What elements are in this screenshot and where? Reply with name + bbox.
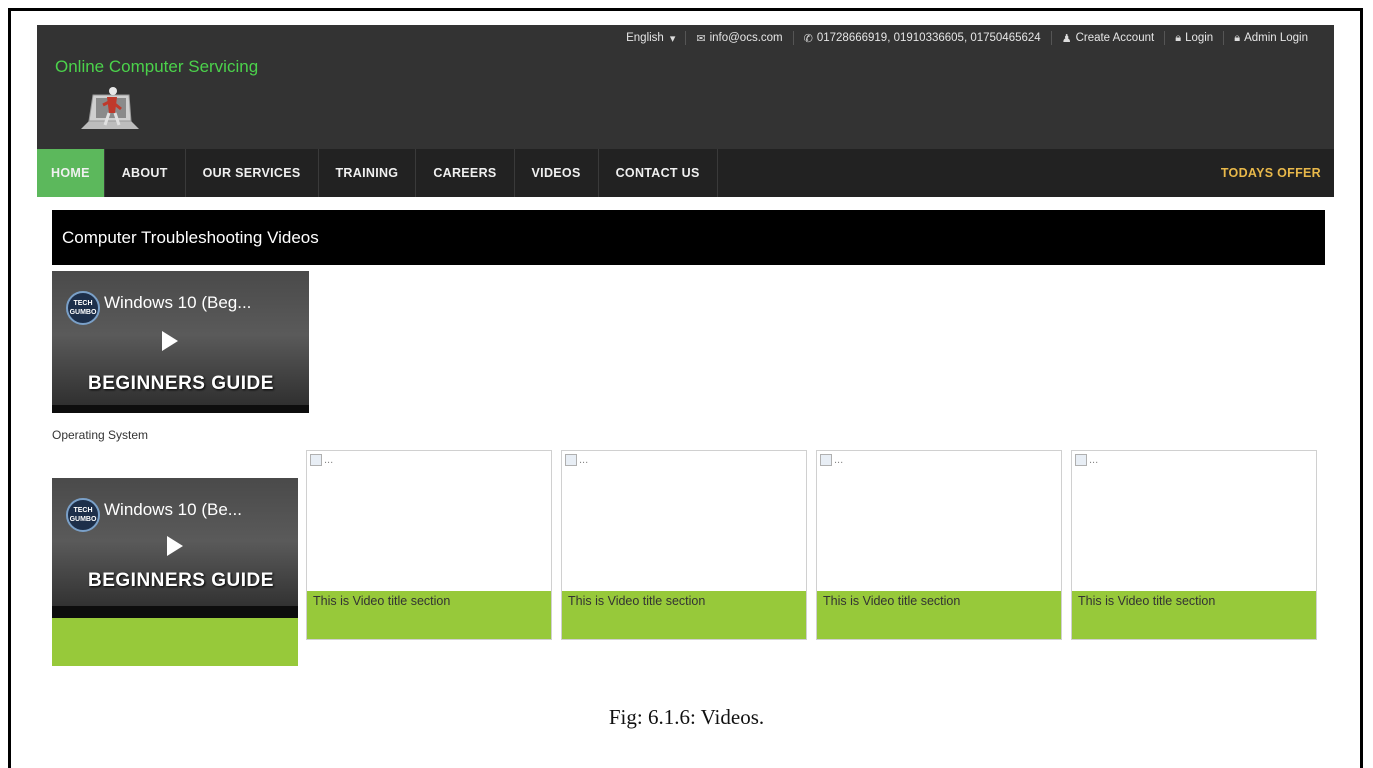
broken-image-icon: ...: [1075, 454, 1098, 466]
video-title: Windows 10 (Beg...: [104, 293, 252, 312]
nav-our-services[interactable]: OUR SERVICES: [186, 149, 319, 197]
main-nav: HOME ABOUT OUR SERVICES TRAINING CAREERS…: [37, 149, 1334, 197]
section-title: Computer Troubleshooting Videos: [52, 210, 1325, 265]
video-card[interactable]: ... This is Video title section: [816, 450, 1062, 640]
video-card[interactable]: ... This is Video title section: [306, 450, 552, 640]
site-brand[interactable]: Online Computer Servicing: [55, 57, 258, 77]
admin-login-link[interactable]: 🔒︎ Admin Login: [1223, 31, 1318, 45]
logo-icon[interactable]: [79, 83, 141, 133]
broken-image-icon: ...: [820, 454, 843, 466]
create-account-link[interactable]: ♟ Create Account: [1050, 31, 1165, 45]
video-card-caption[interactable]: This is Video title section: [817, 591, 1061, 639]
nav-training[interactable]: TRAINING: [319, 149, 417, 197]
video-card[interactable]: ... This is Video title section: [1071, 450, 1317, 640]
video-caption-box: [52, 618, 298, 666]
nav-videos[interactable]: VIDEOS: [515, 149, 599, 197]
video-card-caption[interactable]: This is Video title section: [562, 591, 806, 639]
user-icon: ♟: [1061, 32, 1072, 45]
channel-badge: TECH GUMBO: [66, 291, 100, 325]
language-selector[interactable]: English ▾: [616, 31, 685, 45]
broken-image-icon: ...: [565, 454, 588, 466]
broken-image-icon: ...: [310, 454, 333, 466]
featured-video-thumbnail[interactable]: TECH GUMBO Windows 10 (Beg... BEGINNERS …: [52, 271, 309, 413]
caret-down-icon: ▾: [669, 32, 676, 45]
play-icon[interactable]: [167, 536, 183, 556]
channel-badge: TECH GUMBO: [66, 498, 100, 532]
video-card[interactable]: ... This is Video title section: [561, 450, 807, 640]
video-card-caption[interactable]: This is Video title section: [307, 591, 551, 639]
nav-contact-us[interactable]: CONTACT US: [599, 149, 718, 197]
phone-numbers: ✆ 01728666919, 01910336605, 01750465624: [792, 31, 1051, 45]
login-link[interactable]: 🔒︎ Login: [1164, 31, 1223, 45]
lock-icon: 🔒︎: [1175, 31, 1182, 44]
nav-todays-offer[interactable]: TODAYS OFFER: [1208, 149, 1334, 197]
lock-icon: 🔒︎: [1234, 31, 1241, 44]
site-header: Online Computer Servicing English ▾ ✉ in…: [37, 25, 1334, 149]
play-icon[interactable]: [162, 331, 178, 351]
nav-careers[interactable]: CAREERS: [416, 149, 515, 197]
email-link[interactable]: ✉ info@ocs.com: [685, 31, 792, 45]
top-bar: English ▾ ✉ info@ocs.com ✆ 01728666919, …: [616, 31, 1318, 45]
video-title: Windows 10 (Be...: [104, 500, 242, 519]
figure-caption: Fig: 6.1.6: Videos.: [608, 705, 765, 729]
video-banner: BEGINNERS GUIDE: [88, 373, 274, 394]
envelope-icon: ✉: [696, 32, 706, 45]
video-card-caption[interactable]: This is Video title section: [1072, 591, 1316, 639]
phone-icon: ✆: [803, 32, 813, 45]
video-thumbnail[interactable]: TECH GUMBO Windows 10 (Be... BEGINNERS G…: [52, 478, 298, 618]
nav-about[interactable]: ABOUT: [105, 149, 186, 197]
video-banner: BEGINNERS GUIDE: [88, 570, 274, 591]
nav-home[interactable]: HOME: [37, 149, 105, 197]
category-label: Operating System: [52, 428, 149, 442]
